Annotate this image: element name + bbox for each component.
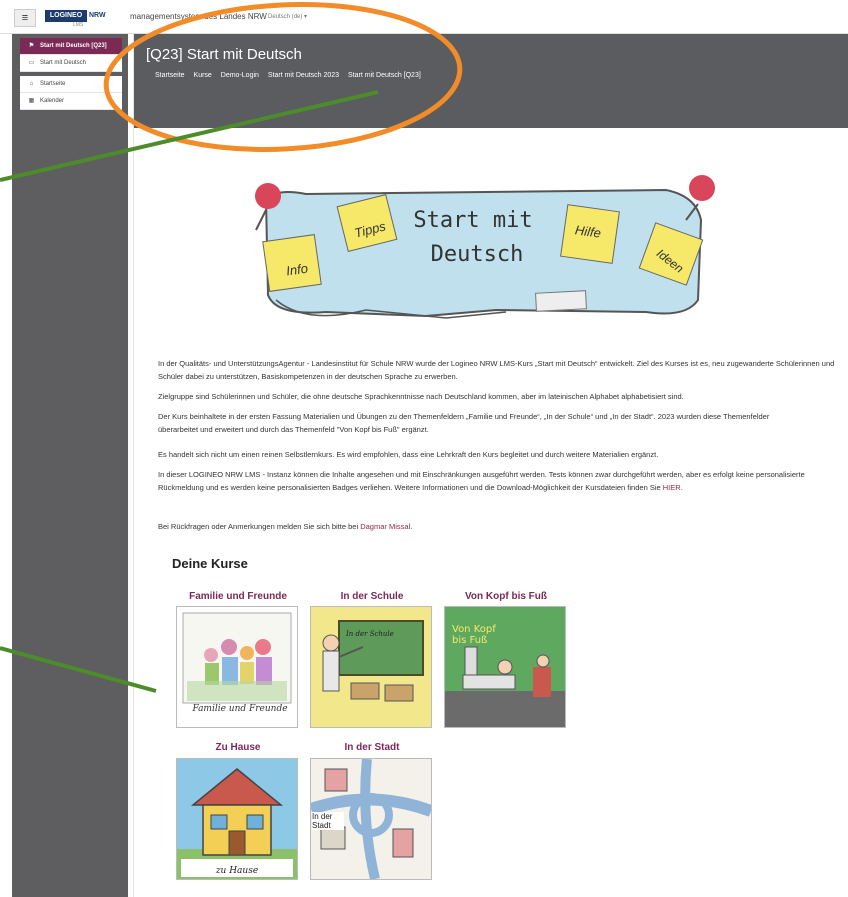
drawer-item-label: Start mit Deutsch — [40, 60, 87, 66]
breadcrumb: Startseite Kurse Demo-Login Start mit De… — [155, 72, 428, 79]
drawer-item-start-mit-deutsch[interactable]: ▭ Start mit Deutsch — [20, 55, 122, 72]
course-title-familie[interactable]: Familie und Freunde — [176, 591, 300, 602]
course-caption-hause: zu Hause — [215, 866, 259, 876]
course-caption-schule: In der Schule — [346, 630, 394, 638]
course-title-hause[interactable]: Zu Hause — [176, 742, 300, 753]
logo-text: LOGINEO — [45, 10, 87, 22]
drawer-item-label: Start mit Deutsch [Q23] — [40, 43, 107, 49]
intro-paragraph-6-text: Bei Rückfragen oder Anmerkungen melden S… — [158, 522, 359, 531]
page: ≡ LOGINEO NRW LMS managementsystem des L… — [0, 0, 848, 897]
breadcrumb-item[interactable]: Kurse — [194, 72, 212, 79]
menu-icon[interactable]: ≡ — [14, 9, 36, 27]
banner-title-line2: Deutsch — [430, 242, 524, 267]
intro-paragraph-5: In dieser LOGINEO NRW LMS - Instanz könn… — [158, 468, 848, 494]
drawer-item-kalender[interactable]: ▦ Kalender — [20, 93, 122, 110]
top-navbar: ≡ LOGINEO NRW LMS managementsystem des L… — [0, 0, 848, 34]
breadcrumb-item[interactable]: Start mit Deutsch 2023 — [268, 72, 339, 79]
course-title-schule[interactable]: In der Schule — [310, 591, 434, 602]
home-icon: ⌂ — [29, 81, 34, 87]
hier-link[interactable]: HIER — [663, 483, 681, 492]
banner-title-line1: Start mit — [413, 208, 533, 233]
site-title: managementsystem des Landes NRW — [130, 12, 267, 21]
intro-paragraph-6-end: . — [410, 522, 413, 531]
logo-sub: LMS — [73, 22, 84, 28]
course-caption-stadt: In der Stadt — [312, 812, 344, 830]
language-selector[interactable]: Deutsch (de) ▾ — [268, 13, 307, 20]
intro-paragraph-5-text: In dieser LOGINEO NRW LMS - Instanz könn… — [158, 470, 805, 492]
course-caption-kopf: Von Kopf bis Fuß — [452, 624, 496, 646]
drawer-item-course[interactable]: ⚑ Start mit Deutsch [Q23] — [20, 38, 122, 55]
intro-paragraph-5-end: . — [680, 483, 683, 492]
folder-icon: ▭ — [28, 60, 35, 66]
intro-paragraph-2: Zielgruppe sind Schülerinnen und Schüler… — [158, 392, 684, 401]
intro-paragraph-1: In der Qualitäts- und UnterstützungsAgen… — [158, 359, 835, 381]
course-card-schule[interactable] — [310, 606, 432, 728]
course-title-stadt[interactable]: In der Stadt — [310, 742, 434, 753]
page-title: [Q23] Start mit Deutsch — [146, 46, 302, 63]
logineo-logo[interactable]: LOGINEO NRW LMS — [45, 10, 113, 30]
drawer-item-label: Startseite — [40, 81, 66, 87]
breadcrumb-item[interactable]: Startseite — [155, 72, 185, 79]
drawer-item-startseite[interactable]: ⌂ Startseite — [20, 76, 122, 93]
intro-paragraph-6: Bei Rückfragen oder Anmerkungen melden S… — [158, 520, 848, 533]
intro-paragraph-3: Der Kurs beinhaltete in der ersten Fassu… — [158, 412, 770, 434]
calendar-icon: ▦ — [28, 98, 35, 104]
breadcrumb-item[interactable]: Demo-Login — [221, 72, 259, 79]
nav-drawer: ⚑ Start mit Deutsch [Q23] ▭ Start mit Deut… — [20, 38, 122, 110]
course-title-kopf[interactable]: Von Kopf bis Fuß — [444, 591, 568, 602]
course-card-hause[interactable] — [176, 758, 298, 880]
pushpin-right-icon — [685, 175, 715, 221]
logo-nrw: NRW — [89, 12, 106, 19]
sidebar-background — [12, 34, 128, 897]
course-image-schule — [311, 607, 431, 727]
contact-link[interactable]: Dagmar Missal — [360, 522, 410, 531]
drawer-item-label: Kalender — [40, 98, 65, 104]
course-caption-familie: Familie und Freunde — [192, 704, 288, 714]
courses-heading: Deine Kurse — [172, 556, 248, 571]
graduation-cap-icon: ⚑ — [28, 43, 35, 49]
breadcrumb-item[interactable]: Start mit Deutsch [Q23] — [348, 72, 421, 79]
intro-paragraph-4: Es handelt sich nicht um einen reinen Se… — [158, 450, 659, 459]
course-image-hause — [177, 759, 297, 879]
